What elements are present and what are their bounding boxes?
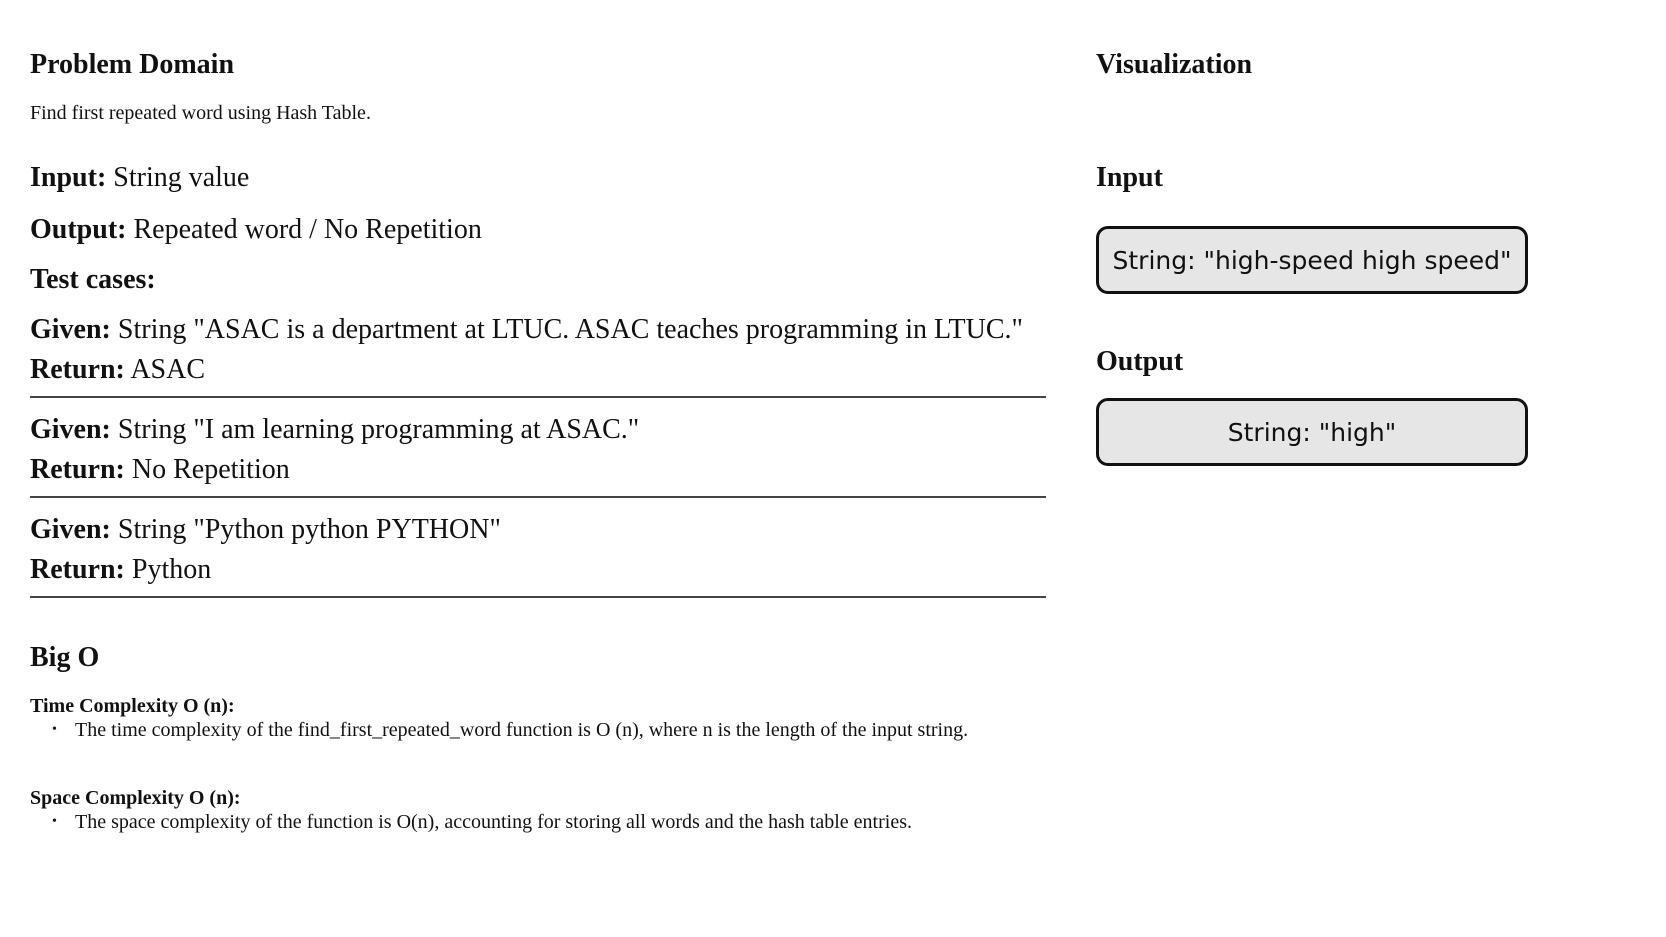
test-case-return: Return: No Repetition bbox=[30, 450, 1046, 490]
test-case-given: Given: String "Python python PYTHON" bbox=[30, 510, 1046, 550]
input-spec: Input: String value bbox=[30, 160, 1046, 196]
problem-domain-title: Problem Domain bbox=[30, 49, 235, 80]
list-item: The time complexity of the find_first_re… bbox=[52, 718, 995, 742]
given-label: Given: bbox=[30, 314, 111, 345]
test-case: Given: String "ASAC is a department at L… bbox=[30, 298, 1046, 398]
given-value: String "I am learning programming at ASA… bbox=[110, 414, 640, 445]
list-item: The space complexity of the function is … bbox=[52, 810, 995, 834]
given-label: Given: bbox=[30, 414, 111, 445]
test-case-return: Return: Python bbox=[30, 550, 1046, 590]
output-label: Output: bbox=[30, 214, 127, 245]
output-spec: Output: Repeated word / No Repetition bbox=[30, 212, 1046, 248]
space-complexity-list: The space complexity of the function is … bbox=[30, 810, 995, 834]
visualization-title: Visualization bbox=[1096, 49, 1253, 80]
output-value: Repeated word / No Repetition bbox=[126, 214, 482, 245]
return-value: No Repetition bbox=[124, 454, 290, 485]
return-label: Return: bbox=[30, 354, 125, 385]
return-label: Return: bbox=[30, 454, 125, 485]
time-complexity-list: The time complexity of the find_first_re… bbox=[30, 718, 995, 742]
problem-description: Find first repeated word using Hash Tabl… bbox=[30, 102, 371, 124]
input-label: Input: bbox=[30, 162, 107, 193]
viz-output-title: Output bbox=[1096, 346, 1184, 377]
big-o-title: Big O bbox=[30, 642, 100, 673]
given-value: String "ASAC is a department at LTUC. AS… bbox=[110, 314, 1023, 345]
test-case-given: Given: String "ASAC is a department at L… bbox=[30, 310, 1046, 350]
viz-output-box: String: "high" bbox=[1096, 398, 1528, 466]
time-complexity-title: Time Complexity O (n): bbox=[30, 695, 235, 717]
problem-panel: Problem Domain Find first repeated word … bbox=[30, 48, 1046, 834]
viz-input-box: String: "high-speed high speed" bbox=[1096, 226, 1528, 294]
test-case-given: Given: String "I am learning programming… bbox=[30, 410, 1046, 450]
test-case-return: Return: ASAC bbox=[30, 350, 1046, 390]
input-value: String value bbox=[106, 162, 250, 193]
visualization-panel: Visualization Input String: "high-speed … bbox=[1096, 48, 1596, 466]
given-value: String "Python python PYTHON" bbox=[110, 514, 501, 545]
viz-input-title: Input bbox=[1096, 162, 1163, 193]
test-case: Given: String "I am learning programming… bbox=[30, 398, 1046, 498]
return-value: ASAC bbox=[124, 354, 206, 385]
space-complexity-title: Space Complexity O (n): bbox=[30, 787, 241, 809]
test-cases-title: Test cases: bbox=[30, 264, 156, 295]
given-label: Given: bbox=[30, 514, 111, 545]
test-case: Given: String "Python python PYTHON" Ret… bbox=[30, 498, 1046, 598]
return-value: Python bbox=[124, 554, 212, 585]
return-label: Return: bbox=[30, 554, 125, 585]
